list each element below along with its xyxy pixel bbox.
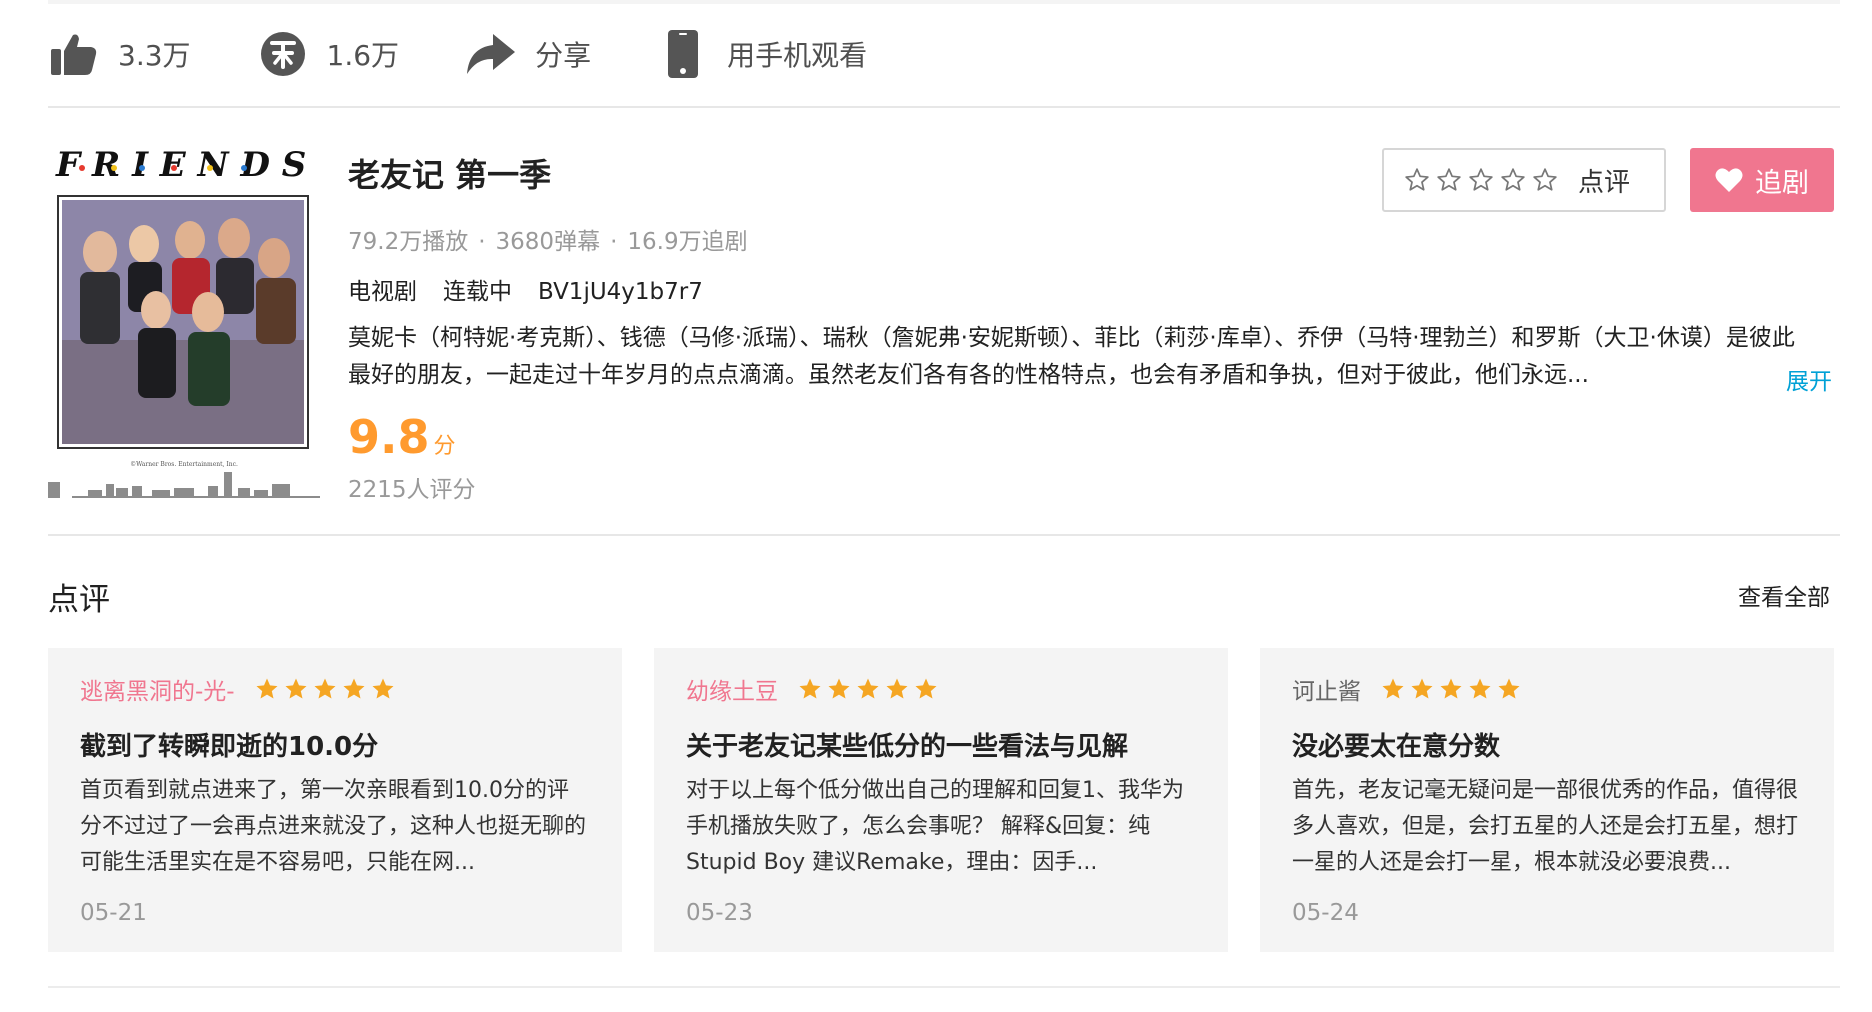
rating-count: 2215人评分 [348,477,476,503]
star-filled-icon [915,678,937,699]
review-title: 截到了转瞬即逝的10.0分 [80,732,379,762]
star-filled-icon [799,678,821,699]
show-title: 老友记 第一季 [348,156,552,194]
review-card[interactable]: 幼缘土豆 关于老友记某些低分的一些看法与见解 对于以上每个低分做出自己的理解和回… [654,648,1228,952]
reviews-title: 点评 [48,582,110,618]
bvid: BV1jU4y1b7r7 [538,279,703,305]
review-date: 05-21 [80,900,147,926]
star-outline-icon[interactable] [1500,167,1526,193]
skyline-graphic [48,472,320,498]
coin-button[interactable]: 1.6万 [257,28,400,80]
review-body: 首页看到就点进来了，第一次亲眼看到10.0分的评分不过过了一会再点进来就没了，这… [80,778,587,875]
share-label: 分享 [535,39,592,72]
star-filled-icon [828,678,850,699]
heart-icon [1715,168,1743,192]
review-card[interactable]: 诃止酱 没必要太在意分数 首先，老友记毫无疑问是一部很优秀的作品，值得很多人喜欢… [1260,648,1834,952]
friends-logo: F R I E N D S [55,145,306,185]
top-divider [48,0,1840,4]
show-score: 9.8 分 [348,410,456,464]
follow-label: 追剧 [1755,167,1809,199]
thumbs-up-icon [48,28,100,80]
show-stats: 79.2万播放 · 3680弹幕 · 16.9万追剧 [348,222,748,256]
review-date: 05-23 [686,900,753,926]
star-filled-icon [256,678,278,699]
review-author[interactable]: 幼缘土豆 [686,672,778,706]
watch-on-phone-button[interactable]: 用手机观看 [657,28,867,80]
rate-button[interactable]: 点评 [1382,148,1666,212]
star-filled-icon [1440,678,1462,699]
type-tag: 电视剧 [348,279,417,305]
coin-count: 1.6万 [326,39,400,72]
separator-dot: · [610,229,618,255]
star-outline-icon[interactable] [1468,167,1494,193]
review-author[interactable]: 逃离黑洞的-光- [80,672,235,706]
show-tags: 电视剧 连载中 BV1jU4y1b7r7 [348,272,729,306]
coin-icon [257,28,309,80]
like-count: 3.3万 [118,39,191,72]
rating-stars-input[interactable] [1404,167,1564,193]
star-filled-icon [1498,678,1520,699]
review-body: 对于以上每个低分做出自己的理解和回复1、我华为手机播放失败了，怎么会事呢？ 解释… [686,778,1184,875]
show-description: 莫妮卡（柯特妮·考克斯）、钱德（马修·派瑞）、瑞秋（詹妮弗·安妮斯顿）、菲比（莉… [348,325,1795,388]
review-author[interactable]: 诃止酱 [1292,672,1361,706]
svg-text:©Warner Bros. Entertainment, I: ©Warner Bros. Entertainment, Inc. [130,461,238,468]
star-outline-icon[interactable] [1404,167,1430,193]
phone-icon [657,28,709,80]
star-filled-icon [343,678,365,699]
follow-series-button[interactable]: 追剧 [1690,148,1834,212]
danmaku-count: 3680弹幕 [495,229,601,255]
review-stars [1381,677,1526,701]
score-unit: 分 [433,434,456,459]
divider [48,534,1840,536]
expand-link[interactable]: 展开 [1786,362,1832,396]
status-tag: 连载中 [443,279,512,305]
star-outline-icon[interactable] [1532,167,1558,193]
share-button[interactable]: 分享 [465,28,591,80]
review-body: 首先，老友记毫无疑问是一部很优秀的作品，值得很多人喜欢，但是，会打五星的人还是会… [1292,778,1799,875]
action-bar: 3.3万 1.6万 分享 用手机观看 [48,22,933,86]
star-filled-icon [886,678,908,699]
review-stars [798,677,943,701]
separator-dot: · [478,229,486,255]
like-button[interactable]: 3.3万 [48,28,191,80]
rate-label: 点评 [1578,167,1631,198]
review-card[interactable]: 逃离黑洞的-光- 截到了转瞬即逝的10.0分 首页看到就点进来了，第一次亲眼看到… [48,648,622,952]
star-filled-icon [372,678,394,699]
divider [48,106,1840,108]
show-poster[interactable]: F R I E N D S ©Warner Bros. Entertainmen… [48,140,320,504]
see-all-link[interactable]: 查看全部 [1738,578,1830,612]
play-count: 79.2万播放 [348,229,469,255]
review-title: 没必要太在意分数 [1292,732,1501,762]
star-filled-icon [1469,678,1491,699]
star-filled-icon [314,678,336,699]
review-date: 05-24 [1292,900,1359,926]
star-filled-icon [285,678,307,699]
star-filled-icon [1382,678,1404,699]
review-stars [255,677,400,701]
star-filled-icon [857,678,879,699]
star-filled-icon [1411,678,1433,699]
svg-text:F R I E N D S: F R I E N D S [55,145,306,185]
score-value: 9.8 [348,410,430,464]
review-list: 逃离黑洞的-光- 截到了转瞬即逝的10.0分 首页看到就点进来了，第一次亲眼看到… [48,648,1834,952]
follow-count: 16.9万追剧 [627,229,748,255]
share-arrow-icon [465,28,517,80]
watch-on-phone-label: 用手机观看 [727,39,868,72]
star-outline-icon[interactable] [1436,167,1462,193]
review-title: 关于老友记某些低分的一些看法与见解 [686,732,1129,762]
divider [48,986,1840,988]
